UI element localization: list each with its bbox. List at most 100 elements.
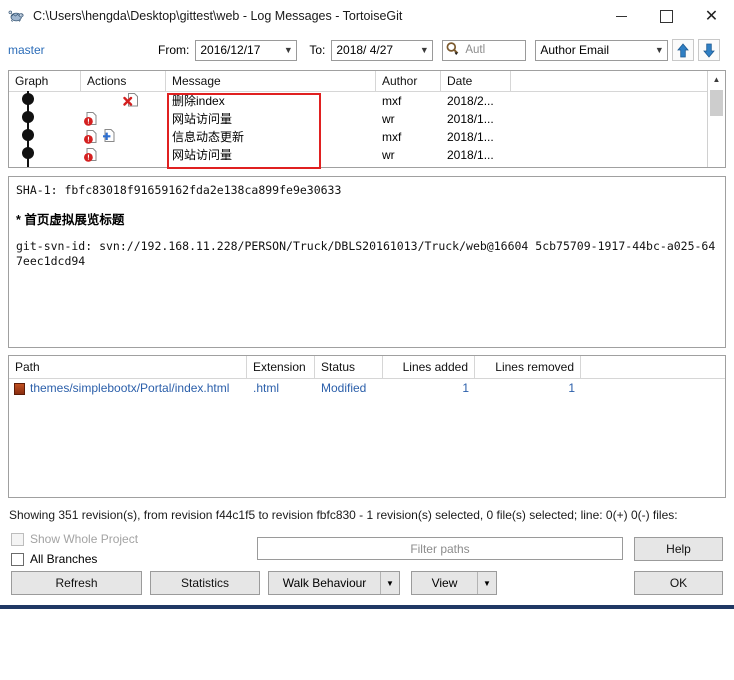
column-header-extension[interactable]: Extension xyxy=(247,356,315,378)
row-actions-cell xyxy=(81,110,166,128)
filter-paths-input[interactable]: Filter paths xyxy=(257,537,623,560)
log-list-scrollbar[interactable]: ▲ ▼ xyxy=(707,71,725,167)
bottom-controls: Show Whole Project All Branches Filter p… xyxy=(0,525,734,609)
row-date: 2018/2... xyxy=(441,92,511,110)
checkbox-box[interactable] xyxy=(11,553,24,566)
column-header-path[interactable]: Path xyxy=(9,356,247,378)
view-button[interactable]: View ▼ xyxy=(411,571,497,595)
checkbox-box xyxy=(11,533,24,546)
column-header-status[interactable]: Status xyxy=(315,356,383,378)
column-header-actions[interactable]: Actions xyxy=(81,71,166,91)
chevron-down-icon: ▼ xyxy=(651,45,667,55)
file-path-text: themes/simplebootx/Portal/index.html xyxy=(30,379,229,398)
table-row[interactable]: 信息动态更新 mxf 2018/1... xyxy=(9,128,707,146)
commit-detail-panel[interactable]: SHA-1: fbfc83018f91659162fda2e138ca899fe… xyxy=(8,176,726,348)
to-date-value: 2018/ 4/27 xyxy=(336,43,416,57)
refresh-button[interactable]: Refresh xyxy=(11,571,142,595)
scrollbar-thumb[interactable] xyxy=(710,90,723,116)
row-message: 网站访问量 xyxy=(166,110,376,128)
column-header-author[interactable]: Author xyxy=(376,71,441,91)
table-row[interactable]: themes/simplebootx/Portal/index.html .ht… xyxy=(9,379,725,398)
show-whole-project-label: Show Whole Project xyxy=(30,532,138,546)
title-bar: C:\Users\hengda\Desktop\gittest\web - Lo… xyxy=(0,0,734,33)
to-label: To: xyxy=(309,43,325,57)
column-header-filler xyxy=(581,356,725,378)
html-file-icon xyxy=(14,383,25,395)
close-button[interactable]: ✕ xyxy=(689,0,734,32)
revision-grid: Graph Actions Message Author Date 删 xyxy=(9,71,707,167)
table-row[interactable]: 网站访问量 wr 2018/1... xyxy=(9,146,707,164)
file-extension-cell: .html xyxy=(247,379,315,398)
chevron-down-icon: ▼ xyxy=(280,45,296,55)
author-filter-value: Author Email xyxy=(540,43,651,57)
column-header-graph[interactable]: Graph xyxy=(9,71,81,91)
from-date-value: 2016/12/17 xyxy=(200,43,280,57)
walk-behaviour-label: Walk Behaviour xyxy=(283,576,367,590)
graph-commit-dot xyxy=(22,93,34,105)
taskbar-strip xyxy=(0,605,734,609)
row-author: wr xyxy=(376,146,441,164)
show-whole-project-checkbox: Show Whole Project xyxy=(11,532,138,546)
walk-behaviour-button[interactable]: Walk Behaviour ▼ xyxy=(268,571,400,595)
file-path-cell[interactable]: themes/simplebootx/Portal/index.html xyxy=(9,379,247,398)
row-author: mxf xyxy=(376,92,441,110)
statistics-button[interactable]: Statistics xyxy=(150,571,260,595)
log-header-row: Graph Actions Message Author Date xyxy=(9,71,707,92)
minimize-icon xyxy=(616,16,627,17)
filter-toolbar: master From: 2016/12/17 ▼ To: 2018/ 4/27… xyxy=(0,33,734,67)
changed-files-list[interactable]: Path Extension Status Lines added Lines … xyxy=(8,355,726,498)
table-row[interactable]: 删除index mxf 2018/2... xyxy=(9,92,707,110)
chevron-down-icon: ▼ xyxy=(416,45,432,55)
modified-file-icon xyxy=(83,147,99,163)
file-lines-added-cell: 1 xyxy=(383,379,475,398)
column-header-date[interactable]: Date xyxy=(441,71,511,91)
column-header-message[interactable]: Message xyxy=(166,71,376,91)
all-branches-label: All Branches xyxy=(30,552,97,566)
window-controls: ✕ xyxy=(599,0,734,32)
magnifier-icon[interactable] xyxy=(443,41,465,59)
commit-graph xyxy=(9,91,81,167)
table-row[interactable]: 网站访问量 wr 2018/1... xyxy=(9,110,707,128)
to-date-combo[interactable]: 2018/ 4/27 ▼ xyxy=(331,40,433,61)
git-svn-id-line: git-svn-id: svn://192.168.11.228/PERSON/… xyxy=(16,239,718,269)
help-button[interactable]: Help xyxy=(634,537,723,561)
row-message: 信息动态更新 xyxy=(166,128,376,146)
move-up-button[interactable] xyxy=(672,39,694,61)
commit-message-title: * 首页虚拟展览标题 xyxy=(16,209,718,228)
row-message: 删除index xyxy=(166,92,376,110)
move-down-button[interactable] xyxy=(698,39,720,61)
row-author: mxf xyxy=(376,128,441,146)
chevron-down-icon[interactable]: ▼ xyxy=(477,572,496,594)
arrow-down-icon xyxy=(702,43,716,58)
revision-log-list[interactable]: Graph Actions Message Author Date 删 xyxy=(8,70,726,168)
all-branches-checkbox[interactable]: All Branches xyxy=(11,552,97,566)
row-date: 2018/1... xyxy=(441,110,511,128)
chevron-down-icon[interactable]: ▼ xyxy=(380,572,399,594)
filter-paths-placeholder: Filter paths xyxy=(410,542,469,556)
commit-sha-line: SHA-1: fbfc83018f91659162fda2e138ca899fe… xyxy=(16,183,718,198)
ok-button[interactable]: OK xyxy=(634,571,723,595)
search-input[interactable]: Autl xyxy=(442,40,526,61)
column-header-lines-added[interactable]: Lines added xyxy=(383,356,475,378)
status-bar-text: Showing 351 revision(s), from revision f… xyxy=(9,508,678,522)
tortoise-git-icon xyxy=(8,7,26,25)
minimize-button[interactable] xyxy=(599,0,644,32)
added-file-icon xyxy=(99,128,117,144)
graph-commit-dot xyxy=(22,129,34,141)
view-label: View xyxy=(432,576,458,590)
scroll-up-button[interactable]: ▲ xyxy=(708,71,725,88)
from-date-combo[interactable]: 2016/12/17 ▼ xyxy=(195,40,297,61)
deleted-file-icon xyxy=(121,92,141,108)
maximize-icon xyxy=(660,10,673,23)
column-header-filler xyxy=(511,71,707,91)
file-status-cell: Modified xyxy=(315,379,383,398)
row-actions-cell xyxy=(81,128,166,146)
search-placeholder: Autl xyxy=(465,44,485,56)
modified-file-icon xyxy=(83,129,99,145)
file-lines-removed-cell: 1 xyxy=(475,379,581,398)
graph-commit-dot xyxy=(22,147,34,159)
maximize-button[interactable] xyxy=(644,0,689,32)
current-branch-link[interactable]: master xyxy=(8,43,148,57)
author-filter-combo[interactable]: Author Email ▼ xyxy=(535,40,668,61)
column-header-lines-removed[interactable]: Lines removed xyxy=(475,356,581,378)
